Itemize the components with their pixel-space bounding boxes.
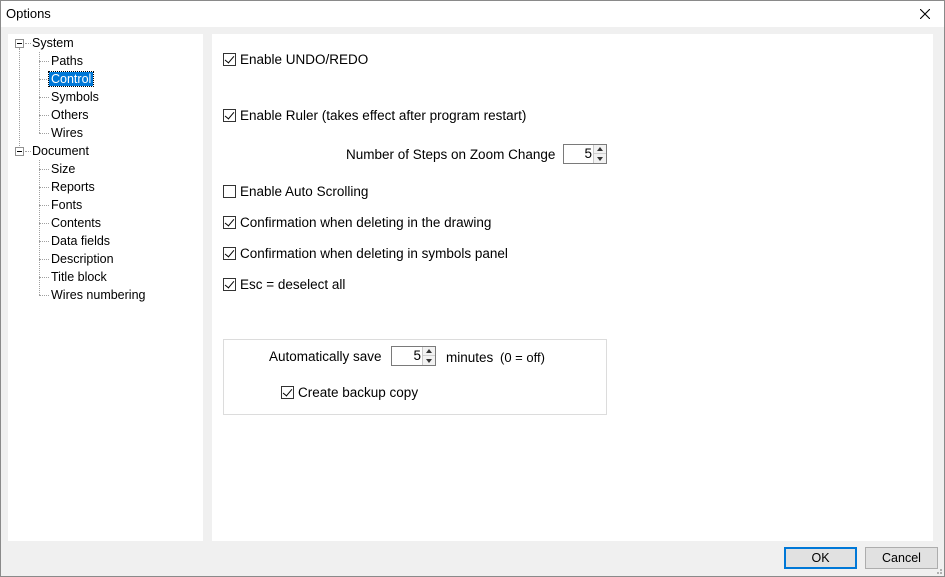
close-button[interactable] <box>910 1 940 27</box>
confirm-drawing-checkbox[interactable] <box>223 215 236 229</box>
enable-undo-label: Enable UNDO/REDO <box>240 51 369 67</box>
tree-item-contents[interactable]: Contents <box>51 214 101 232</box>
arrow-up-icon <box>426 349 432 353</box>
spin-down-button[interactable] <box>594 154 606 163</box>
zoom-steps-label: Number of Steps on Zoom Change <box>346 147 556 162</box>
tree-line <box>39 133 49 134</box>
options-tree: System Paths Control Symbols Others Wire… <box>8 34 203 541</box>
tree-line <box>39 79 49 80</box>
tree-line <box>39 97 49 98</box>
tree-line <box>39 52 40 133</box>
tree-item-reports[interactable]: Reports <box>51 178 95 196</box>
tree-line <box>39 277 49 278</box>
tree-line <box>39 223 49 224</box>
zoom-steps-value[interactable]: 5 <box>584 146 592 161</box>
options-window: Options System Paths Control Symbols Oth… <box>0 0 945 577</box>
enable-ruler-checkbox[interactable] <box>223 108 236 122</box>
tree-line <box>39 61 49 62</box>
collapse-document-icon[interactable] <box>15 147 24 156</box>
title-bar: Options <box>1 1 944 27</box>
autosave-unit: minutes <box>446 350 494 365</box>
ok-button[interactable]: OK <box>784 547 857 569</box>
confirm-symbols-option[interactable]: Confirmation when deleting in symbols pa… <box>223 244 508 262</box>
autosave-label: Automatically save <box>269 349 382 364</box>
tree-line <box>25 151 31 152</box>
tree-line <box>39 259 49 260</box>
backup-option[interactable]: Create backup copy <box>281 383 418 401</box>
spin-down-button[interactable] <box>423 356 435 365</box>
tree-line <box>39 160 40 295</box>
tree-item-fonts[interactable]: Fonts <box>51 196 82 214</box>
tree-line <box>39 205 49 206</box>
auto-scroll-option[interactable]: Enable Auto Scrolling <box>223 182 368 200</box>
auto-scroll-checkbox[interactable] <box>223 184 236 198</box>
tree-line <box>39 295 49 296</box>
backup-label: Create backup copy <box>298 384 419 400</box>
tree-line <box>39 241 49 242</box>
esc-deselect-label: Esc = deselect all <box>240 276 346 292</box>
auto-scroll-label: Enable Auto Scrolling <box>240 183 369 199</box>
tree-item-symbols[interactable]: Symbols <box>51 88 99 106</box>
tree-item-paths[interactable]: Paths <box>51 52 83 70</box>
arrow-down-icon <box>597 156 603 161</box>
enable-undo-option[interactable]: Enable UNDO/REDO <box>223 50 368 68</box>
enable-ruler-label: Enable Ruler (takes effect after program… <box>240 107 527 123</box>
esc-deselect-option[interactable]: Esc = deselect all <box>223 275 345 293</box>
collapse-system-icon[interactable] <box>15 39 24 48</box>
spin-up-button[interactable] <box>423 347 435 356</box>
tree-line <box>39 187 49 188</box>
tree-item-wires[interactable]: Wires <box>51 124 83 142</box>
tree-line <box>25 43 31 44</box>
confirm-drawing-option[interactable]: Confirmation when deleting in the drawin… <box>223 213 491 231</box>
tree-item-title-block[interactable]: Title block <box>51 268 107 286</box>
tree-item-description[interactable]: Description <box>51 250 114 268</box>
close-icon <box>920 9 930 19</box>
autosave-hint: (0 = off) <box>500 350 545 365</box>
cancel-button[interactable]: Cancel <box>865 547 938 569</box>
tree-item-others[interactable]: Others <box>51 106 89 124</box>
autosave-value[interactable]: 5 <box>413 348 421 363</box>
tree-item-size[interactable]: Size <box>51 160 75 178</box>
esc-deselect-checkbox[interactable] <box>223 277 236 291</box>
tree-item-system[interactable]: System <box>32 34 74 52</box>
arrow-up-icon <box>597 147 603 151</box>
tree-line <box>39 115 49 116</box>
zoom-steps-spinner[interactable]: 5 <box>563 144 607 164</box>
tree-item-control[interactable]: Control <box>47 70 95 88</box>
confirm-symbols-label: Confirmation when deleting in symbols pa… <box>240 245 508 261</box>
confirm-drawing-label: Confirmation when deleting in the drawin… <box>240 214 492 230</box>
backup-checkbox[interactable] <box>281 385 294 399</box>
autosave-spinner[interactable]: 5 <box>391 346 436 366</box>
tree-item-document[interactable]: Document <box>32 142 89 160</box>
window-title: Options <box>6 6 51 21</box>
arrow-down-icon <box>426 358 432 363</box>
spin-up-button[interactable] <box>594 145 606 154</box>
tree-item-data-fields[interactable]: Data fields <box>51 232 110 250</box>
resize-grip-icon[interactable] <box>933 565 943 575</box>
tree-line <box>39 169 49 170</box>
enable-ruler-option[interactable]: Enable Ruler (takes effect after program… <box>223 106 526 124</box>
tree-line <box>19 48 20 156</box>
tree-item-wires-numbering[interactable]: Wires numbering <box>51 286 145 304</box>
confirm-symbols-checkbox[interactable] <box>223 246 236 260</box>
enable-undo-checkbox[interactable] <box>223 52 236 66</box>
